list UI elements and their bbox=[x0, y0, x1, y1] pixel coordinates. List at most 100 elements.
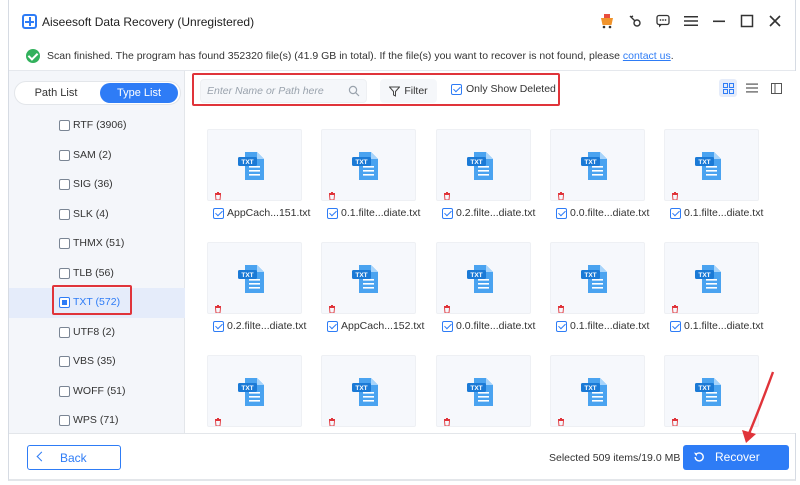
txt-file-icon: TXT bbox=[467, 152, 493, 180]
type-checkbox[interactable] bbox=[59, 385, 70, 397]
type-checkbox[interactable] bbox=[59, 415, 70, 426]
file-tile[interactable]: TXT 0.0.filte...diate.txt bbox=[550, 129, 649, 223]
file-tile[interactable]: TXT 0.1.filte...diate.txt bbox=[664, 129, 763, 223]
file-checkbox[interactable] bbox=[327, 207, 338, 219]
file-caption: 0.1.filte...diate.txt bbox=[670, 207, 763, 219]
file-checkbox[interactable] bbox=[556, 207, 567, 219]
file-checkbox[interactable] bbox=[327, 320, 338, 332]
file-checkbox[interactable] bbox=[213, 320, 224, 332]
app-window: Aiseesoft Data Recovery (Unregistered) S… bbox=[8, 0, 797, 481]
grid-view-icon[interactable] bbox=[719, 79, 737, 97]
file-tile[interactable]: TXT 0.2.filte...diate.txt bbox=[436, 129, 535, 223]
tab-path-list[interactable]: Path List bbox=[17, 83, 95, 103]
type-checkbox[interactable] bbox=[59, 267, 70, 279]
file-tile[interactable]: TXT AppCach...152.txt bbox=[321, 242, 424, 336]
file-type-badge: TXT bbox=[470, 272, 482, 279]
list-view-icon[interactable] bbox=[743, 79, 761, 97]
file-tile[interactable]: TXT bbox=[436, 355, 531, 433]
type-item[interactable]: THMX (51) bbox=[9, 229, 185, 259]
menu-icon[interactable] bbox=[683, 13, 699, 29]
file-thumbnail[interactable]: TXT bbox=[664, 242, 759, 314]
type-checkbox[interactable] bbox=[59, 208, 70, 220]
file-thumbnail[interactable]: TXT bbox=[207, 355, 302, 427]
file-thumbnail[interactable]: TXT bbox=[436, 355, 531, 427]
file-name: 0.2.filte...diate.txt bbox=[227, 320, 307, 332]
contact-us-link[interactable]: contact us bbox=[623, 50, 671, 62]
file-grid: TXT AppCach...151.txt TXT 0.1.filte...diate… bbox=[186, 129, 797, 433]
deleted-trash-icon bbox=[329, 305, 335, 313]
file-tile[interactable]: TXT 0.1.filte...diate.txt bbox=[550, 242, 649, 336]
detail-view-icon[interactable] bbox=[767, 79, 785, 97]
txt-file-icon: TXT bbox=[352, 378, 378, 406]
type-checkbox[interactable] bbox=[59, 179, 70, 190]
feedback-icon[interactable] bbox=[655, 13, 671, 29]
type-checkbox[interactable] bbox=[59, 326, 70, 338]
file-name: 0.0.filte...diate.txt bbox=[570, 207, 650, 219]
file-tile[interactable]: TXT bbox=[321, 355, 416, 433]
file-thumbnail[interactable]: TXT bbox=[321, 129, 416, 201]
type-label: WPS (71) bbox=[73, 414, 119, 426]
type-item[interactable]: SLK (4) bbox=[9, 200, 185, 230]
close-icon[interactable] bbox=[767, 13, 783, 29]
file-thumbnail[interactable]: TXT bbox=[321, 242, 416, 314]
type-item[interactable]: RTF (3906) bbox=[9, 111, 185, 141]
file-type-badge: TXT bbox=[355, 272, 367, 279]
type-checkbox[interactable] bbox=[59, 120, 70, 131]
type-item[interactable]: WPS (71) bbox=[9, 406, 185, 436]
file-thumbnail[interactable]: TXT bbox=[550, 129, 645, 201]
type-item[interactable]: WOFF (51) bbox=[9, 377, 185, 407]
file-tile[interactable]: TXT 0.2.filte...diate.txt bbox=[207, 242, 306, 336]
maximize-icon[interactable] bbox=[739, 13, 755, 29]
type-item[interactable]: UTF8 (2) bbox=[9, 318, 185, 348]
file-checkbox[interactable] bbox=[213, 207, 224, 219]
file-tile[interactable]: TXT bbox=[207, 355, 302, 433]
file-checkbox[interactable] bbox=[442, 207, 453, 219]
file-type-badge: TXT bbox=[584, 272, 596, 279]
file-tile[interactable]: TXT 0.1.filte...diate.txt bbox=[664, 242, 763, 336]
recover-button[interactable]: Recover bbox=[683, 445, 789, 470]
type-checkbox[interactable] bbox=[59, 356, 70, 367]
file-thumbnail[interactable]: TXT bbox=[550, 242, 645, 314]
type-checkbox[interactable] bbox=[59, 238, 70, 249]
minimize-icon[interactable] bbox=[711, 13, 727, 29]
type-item[interactable]: TLB (56) bbox=[9, 259, 185, 289]
file-name: AppCach...151.txt bbox=[227, 207, 311, 219]
selection-summary: Selected 509 items/19.0 MB bbox=[549, 452, 681, 464]
file-tile[interactable]: TXT 0.0.filte...diate.txt bbox=[436, 242, 535, 336]
back-button[interactable]: Back bbox=[27, 445, 121, 470]
type-item[interactable]: SIG (36) bbox=[9, 170, 185, 200]
deleted-trash-icon bbox=[215, 192, 221, 200]
file-checkbox[interactable] bbox=[670, 320, 681, 332]
deleted-trash-icon bbox=[215, 305, 221, 313]
recover-label: Recover bbox=[715, 450, 760, 464]
file-thumbnail[interactable]: TXT bbox=[207, 129, 302, 201]
file-thumbnail[interactable]: TXT bbox=[436, 242, 531, 314]
file-checkbox[interactable] bbox=[442, 320, 453, 332]
file-caption: 0.1.filte...diate.txt bbox=[327, 207, 420, 219]
txt-file-icon: TXT bbox=[581, 152, 607, 180]
file-thumbnail[interactable]: TXT bbox=[436, 129, 531, 201]
scan-status-message: Scan finished. The program has found 352… bbox=[47, 50, 623, 62]
tab-type-list[interactable]: Type List bbox=[100, 83, 178, 103]
file-tile[interactable]: TXT AppCach...151.txt bbox=[207, 129, 310, 223]
gift-cart-icon[interactable] bbox=[599, 13, 615, 29]
type-item[interactable]: SAM (2) bbox=[9, 141, 185, 171]
type-checkbox[interactable] bbox=[59, 149, 70, 161]
file-tile[interactable]: TXT bbox=[550, 355, 645, 433]
file-thumbnail[interactable]: TXT bbox=[321, 355, 416, 427]
file-checkbox[interactable] bbox=[556, 320, 567, 332]
type-label: WOFF (51) bbox=[73, 384, 126, 397]
file-checkbox[interactable] bbox=[670, 207, 681, 219]
file-caption: 0.1.filte...diate.txt bbox=[670, 320, 763, 332]
toolbar-highlight-box bbox=[192, 73, 560, 106]
key-icon[interactable] bbox=[627, 13, 643, 29]
deleted-trash-icon bbox=[444, 418, 450, 426]
file-tile[interactable]: TXT 0.1.filte...diate.txt bbox=[321, 129, 420, 223]
app-logo-icon bbox=[22, 14, 37, 29]
file-thumbnail[interactable]: TXT bbox=[664, 129, 759, 201]
type-item[interactable]: VBS (35) bbox=[9, 347, 185, 377]
txt-file-icon: TXT bbox=[695, 152, 721, 180]
file-thumbnail[interactable]: TXT bbox=[207, 242, 302, 314]
file-thumbnail[interactable]: TXT bbox=[550, 355, 645, 427]
type-label: THMX (51) bbox=[73, 237, 125, 249]
